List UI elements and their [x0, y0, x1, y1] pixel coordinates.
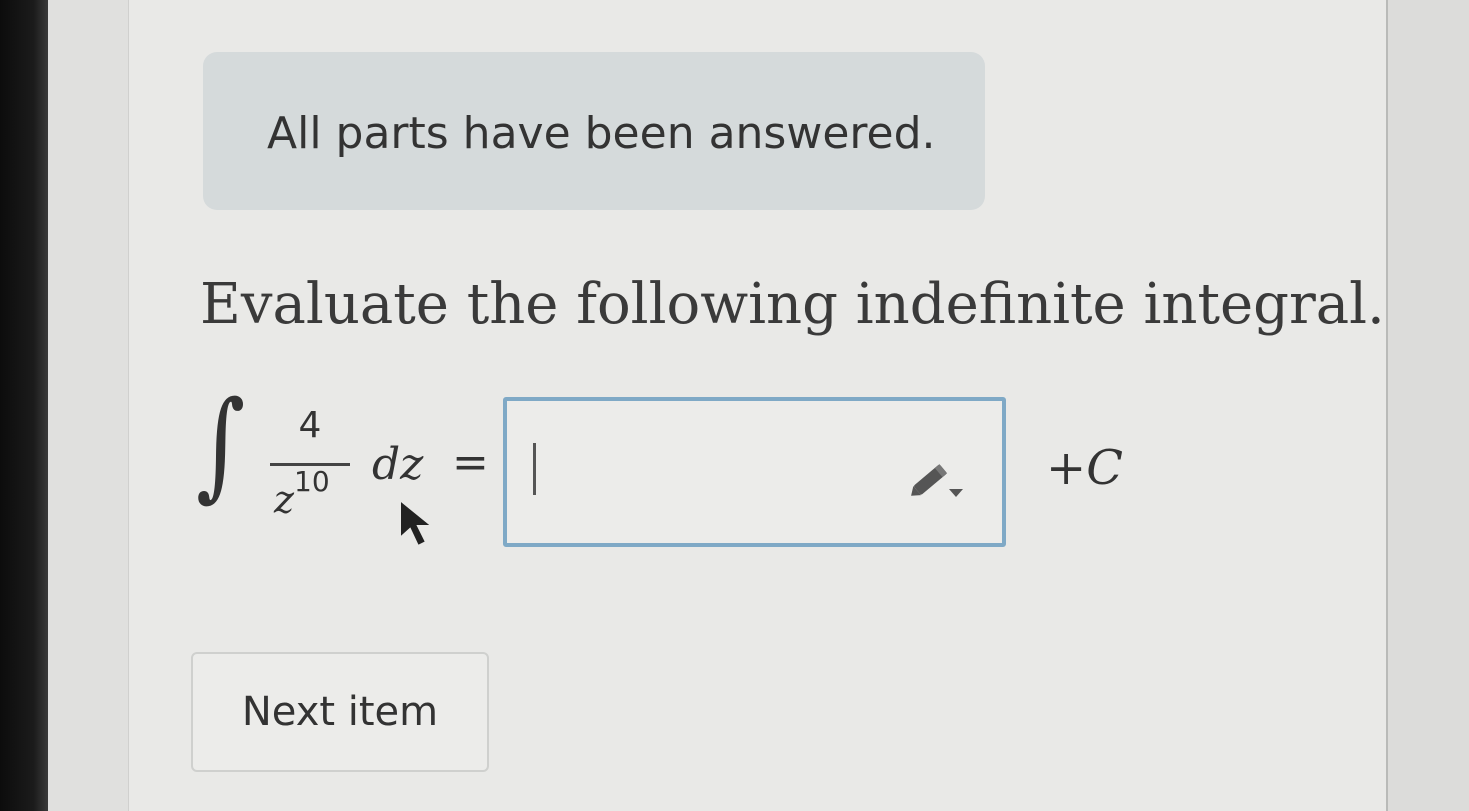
answer-input[interactable]: [503, 397, 1006, 547]
fraction-denominator: z10: [274, 465, 330, 522]
next-item-button[interactable]: Next item: [191, 652, 489, 772]
pencil-dropdown-icon[interactable]: [905, 453, 971, 503]
monitor-bezel: [0, 0, 48, 811]
screen: All parts have been answered. Evaluate t…: [0, 0, 1469, 811]
integral-expression: ∫ 4 z10 dz = +C: [196, 385, 1196, 555]
question-instruction: Evaluate the following indefinite integr…: [200, 272, 1385, 337]
equals-sign: =: [452, 437, 489, 488]
mouse-cursor-icon: [399, 498, 435, 548]
constant-of-integration: +C: [1046, 440, 1123, 496]
differential: dz: [372, 439, 424, 490]
denominator-exponent: 10: [294, 465, 330, 498]
denominator-variable: z: [274, 477, 295, 522]
status-message: All parts have been answered.: [267, 108, 936, 159]
status-banner: All parts have been answered.: [203, 52, 985, 210]
fraction-numerator: 4: [298, 405, 322, 446]
text-caret: [533, 443, 536, 495]
fraction: 4 z10: [268, 405, 352, 525]
left-gutter: [48, 0, 129, 811]
right-margin: [1388, 0, 1469, 811]
integral-sign: ∫: [196, 375, 246, 513]
